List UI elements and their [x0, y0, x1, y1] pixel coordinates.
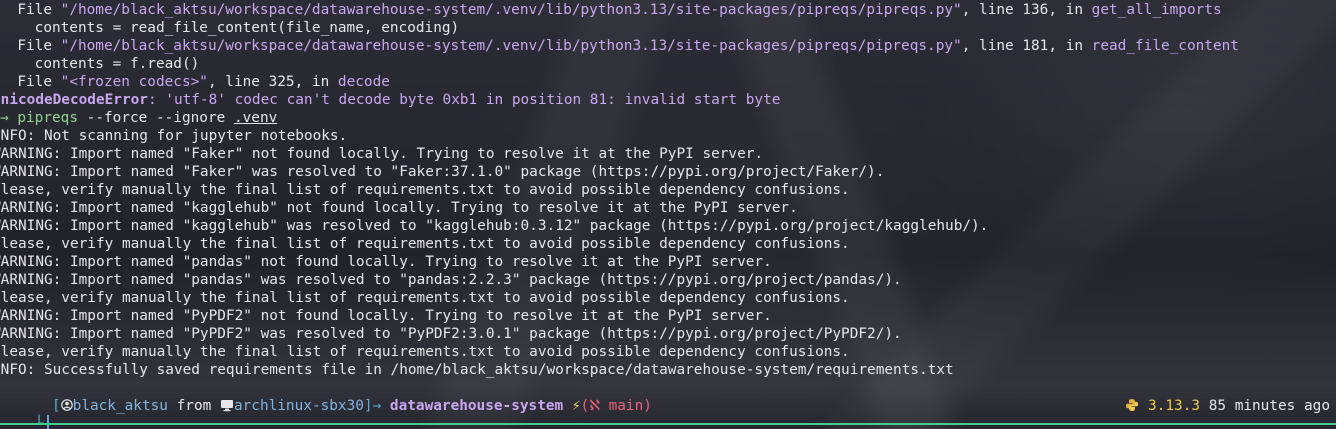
output-line: INFO: Not scanning for jupyter notebooks… [0, 128, 348, 144]
output-line: Please, verify manually the final list o… [0, 236, 850, 252]
window-bottom-border [0, 423, 1336, 425]
prompt-right: 3.13.3 85 minutes ago [1073, 379, 1330, 429]
prompt-directory: datawarehouse-system [389, 398, 564, 414]
monitor-icon [220, 397, 234, 415]
command-target: .venv [233, 110, 278, 126]
command-line: → pipreqs --force --ignore .venv [0, 109, 1336, 127]
prompt-user: black_aktsu [72, 398, 168, 414]
output-line: WARNING: Import named "Faker" was resolv… [0, 164, 885, 180]
traceback-line: File "/home/black_aktsu/workspace/datawa… [0, 38, 1239, 54]
command-input-line[interactable]: └ [0, 397, 50, 429]
terminal-window[interactable]: File "/home/black_aktsu/workspace/datawa… [0, 0, 1336, 429]
prompt-left: [ black_aktsu from archlinux-sbx30]→ data… [0, 379, 652, 429]
prompt-open-bracket: [ [51, 398, 61, 414]
python-version: 3.13.3 [1148, 398, 1201, 414]
command-name: pipreqs [17, 110, 78, 126]
output-line: WARNING: Import named "pandas" was resol… [0, 272, 902, 288]
prompt-arrow-icon: → [0, 110, 9, 126]
bolt-icon: ⚡ [563, 398, 581, 414]
error-line: UnicodeDecodeError: 'utf-8' codec can't … [0, 91, 1336, 109]
output-line: INFO: Successfully saved requirements fi… [0, 362, 954, 378]
traceback-line: File "/home/black_aktsu/workspace/datawa… [0, 2, 1222, 18]
traceback-line: File "<frozen codecs>", line 325, in dec… [0, 74, 390, 90]
output-line: WARNING: Import named "kagglehub" not fo… [0, 200, 798, 216]
text-cursor [47, 415, 50, 429]
output-line: WARNING: Import named "PyPDF2" was resol… [0, 326, 902, 342]
error-message: : 'utf-8' codec can't decode byte 0xb1 i… [147, 92, 781, 108]
error-type: UnicodeDecodeError [0, 92, 148, 108]
output-line: WARNING: Import named "pandas" not found… [0, 254, 772, 270]
output-line: WARNING: Import named "kagglehub" was re… [0, 218, 989, 234]
user-circle-icon [60, 397, 73, 415]
prompt-status-bar: [ black_aktsu from archlinux-sbx30]→ data… [0, 379, 1336, 414]
prompt-host: archlinux-sbx30 [233, 398, 364, 414]
output-line: WARNING: Import named "Faker" not found … [0, 146, 764, 162]
prompt-from: from [167, 398, 220, 414]
traceback-code-line: contents = read_file_content(file_name, … [0, 20, 460, 36]
output-line: Please, verify manually the final list o… [0, 182, 850, 198]
python-icon [1125, 397, 1139, 415]
elapsed-time: 85 minutes ago [1208, 398, 1330, 414]
command-args: --force --ignore [78, 110, 234, 126]
terminal-output: File "/home/black_aktsu/workspace/datawa… [0, 1, 1336, 379]
traceback-code-line: contents = f.read() [0, 56, 200, 72]
output-line: WARNING: Import named "PyPDF2" not found… [0, 308, 772, 324]
prompt-close: ]→ [363, 398, 390, 414]
git-branch: (ℵ main) [580, 398, 652, 414]
output-line: Please, verify manually the final list o… [0, 290, 850, 306]
output-line: Please, verify manually the final list o… [0, 344, 850, 360]
